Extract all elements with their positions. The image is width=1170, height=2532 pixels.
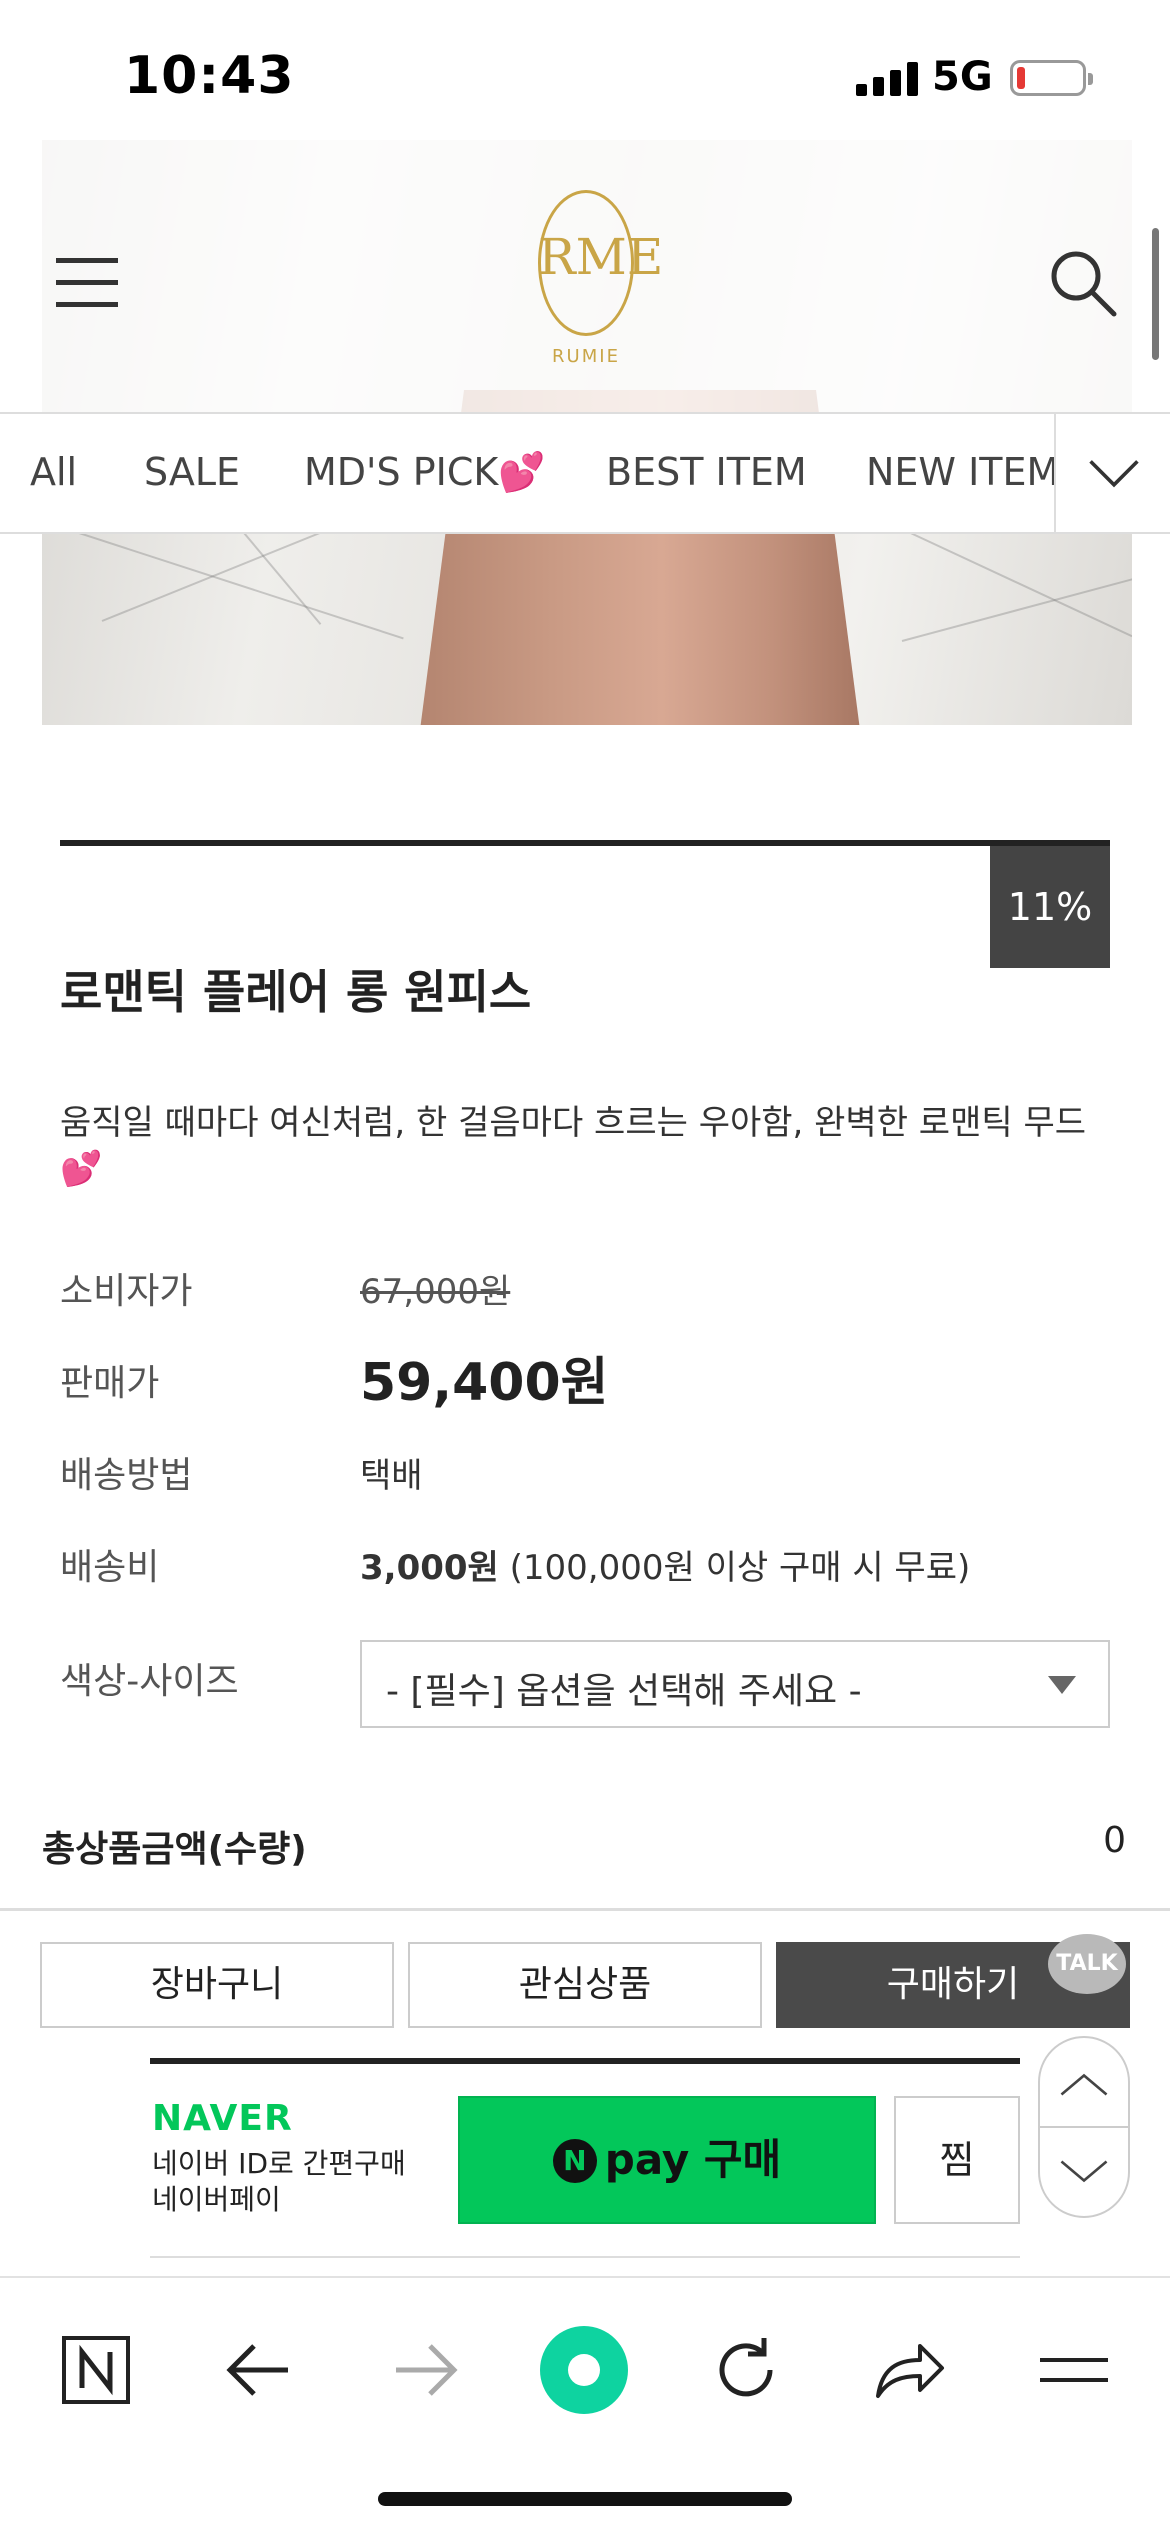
back-icon[interactable] xyxy=(220,2330,300,2410)
tabs-expand-button[interactable] xyxy=(1054,414,1170,532)
product-description: 움직일 때마다 여신처럼, 한 걸음마다 흐르는 우아함, 완벽한 로맨틱 무드… xyxy=(60,1103,1087,1189)
tab-new-item[interactable]: NEW ITEM xyxy=(866,450,1059,494)
naver-sub-line2: 네이버페이 xyxy=(152,2183,281,2216)
naver-n-icon: N xyxy=(552,2139,597,2183)
consumer-price: 67,000원 xyxy=(360,1272,511,1312)
section-divider xyxy=(60,840,1110,846)
option-select[interactable]: - [필수] 옵션을 선택해 주세요 - xyxy=(360,1640,1110,1728)
talk-chat-button[interactable]: TALK xyxy=(1048,1934,1126,1994)
naver-jjim-button[interactable]: 찜 xyxy=(894,2096,1020,2224)
network-type: 5G xyxy=(932,54,993,100)
total-value: 0 xyxy=(1103,1820,1126,1861)
scroll-up-icon[interactable] xyxy=(1058,2072,1110,2098)
green-dot-icon[interactable] xyxy=(538,2324,630,2416)
shipping-method-label: 배송방법 xyxy=(60,1455,193,1496)
sale-price: 59,400원 xyxy=(360,1353,609,1413)
naver-divider xyxy=(150,2058,1020,2064)
discount-badge: 11% xyxy=(990,846,1110,968)
dropdown-arrow-icon xyxy=(1048,1676,1076,1694)
menu-icon[interactable] xyxy=(56,258,118,308)
shipping-fee: 3,000원 xyxy=(360,1548,499,1588)
search-icon[interactable] xyxy=(1048,248,1118,318)
naver-sub-line1: 네이버 ID로 간편구매 xyxy=(152,2147,406,2180)
battery-icon xyxy=(1010,60,1093,96)
cart-button[interactable]: 장바구니 xyxy=(40,1942,394,2028)
status-bar: 10:43 5G xyxy=(0,0,1170,140)
home-indicator[interactable] xyxy=(378,2492,792,2506)
consumer-price-label: 소비자가 xyxy=(60,1271,193,1312)
product-title: 로맨틱 플레어 롱 원피스 xyxy=(60,965,532,1019)
total-label: 총상품금액(수량) xyxy=(42,1829,307,1870)
scroll-down-icon[interactable] xyxy=(1058,2158,1110,2184)
naver-n-icon[interactable] xyxy=(56,2330,136,2410)
reload-icon[interactable] xyxy=(706,2330,786,2410)
shipping-fee-row: 3,000원 (100,000원 이상 구매 시 무료) xyxy=(360,1540,970,1589)
status-time: 10:43 xyxy=(124,46,295,106)
tab-best-item[interactable]: BEST ITEM xyxy=(606,450,807,494)
share-icon[interactable] xyxy=(868,2330,948,2410)
scroll-control xyxy=(1038,2036,1130,2218)
forward-icon[interactable] xyxy=(384,2330,464,2410)
option-label: 색상-사이즈 xyxy=(60,1661,239,1702)
category-tabs: All SALE MD'S PICK💕 BEST ITEM NEW ITEM xyxy=(0,412,1170,534)
shipping-fee-note: (100,000원 이상 구매 시 무료) xyxy=(509,1548,971,1588)
sale-price-label: 판매가 xyxy=(60,1363,160,1404)
option-select-value: - [필수] 옵션을 선택해 주세요 - xyxy=(386,1671,862,1712)
signal-icon xyxy=(856,62,918,96)
shipping-method: 택배 xyxy=(360,1456,423,1496)
naver-bottom-divider xyxy=(150,2256,1020,2258)
naver-logo: NAVER xyxy=(152,2098,293,2139)
wishlist-button[interactable]: 관심상품 xyxy=(408,1942,762,2028)
brand-logo[interactable]: RME RUMIE xyxy=(538,190,663,367)
naver-pay-button[interactable]: Npay 구매 xyxy=(458,2096,876,2224)
naver-subtitle: 네이버 ID로 간편구매 네이버페이 xyxy=(152,2146,406,2218)
tab-all[interactable]: All xyxy=(30,450,77,494)
shipping-fee-label: 배송비 xyxy=(60,1547,160,1588)
tab-mds-pick[interactable]: MD'S PICK💕 xyxy=(304,450,546,495)
tab-sale[interactable]: SALE xyxy=(144,450,240,494)
hamburger-icon[interactable] xyxy=(1034,2330,1114,2410)
chevron-down-icon xyxy=(1089,460,1139,488)
divider xyxy=(0,1908,1170,1911)
page-scrollbar[interactable] xyxy=(1152,228,1159,360)
naver-pay-label: pay 구매 xyxy=(604,2135,782,2184)
